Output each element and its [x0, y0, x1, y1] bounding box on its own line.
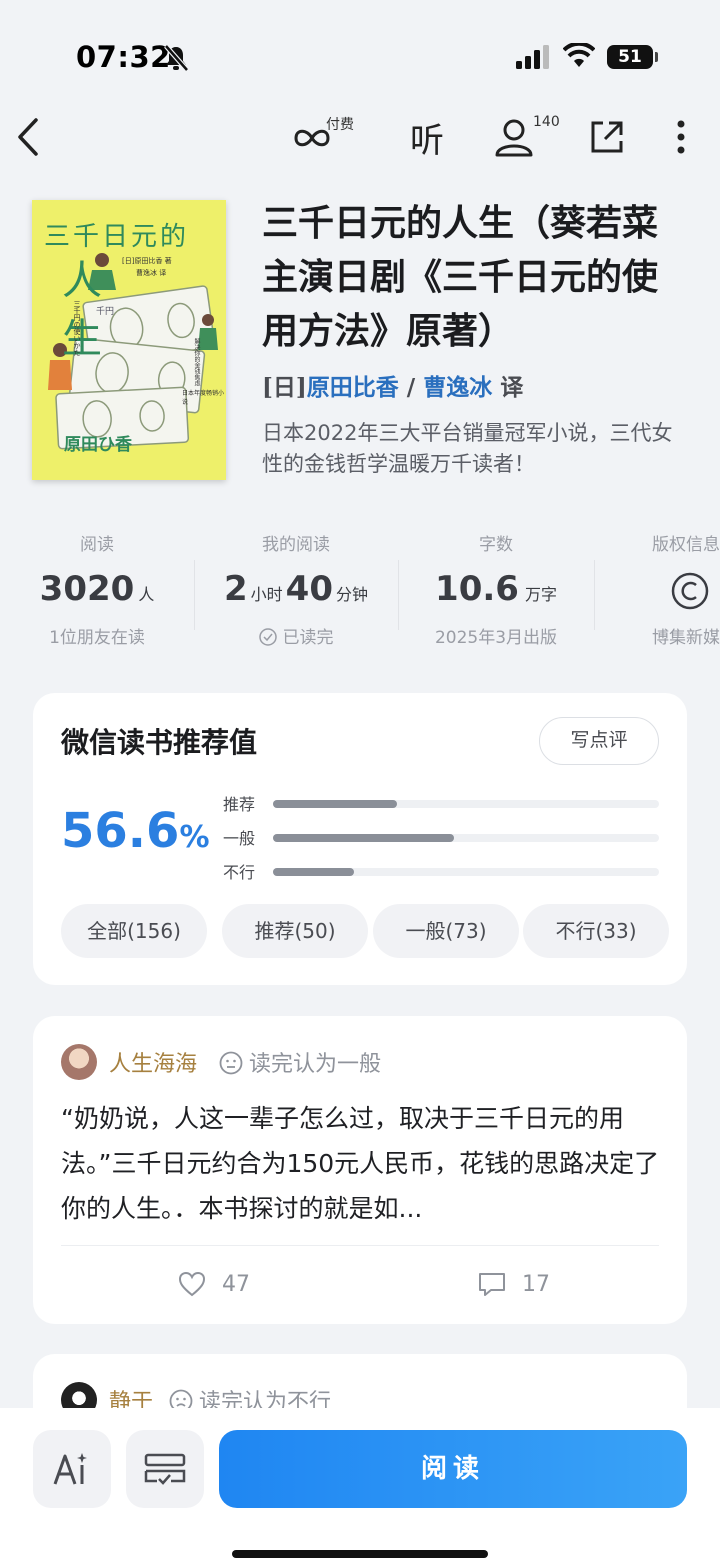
- divider: [594, 560, 595, 630]
- more-vertical-icon: [677, 120, 685, 154]
- cover-translator-cn: 曹逸冰 译: [136, 269, 167, 277]
- bookshelf-icon: [144, 1453, 186, 1485]
- check-circle-icon: [258, 628, 277, 646]
- cellular-signal-icon: [516, 45, 550, 73]
- copyright-icon: [670, 569, 720, 615]
- like-count: 47: [222, 1271, 250, 1297]
- filter-bad[interactable]: 不行(33): [523, 904, 669, 958]
- stat-word-count[interactable]: 字数 10.6 万字 2025年3月出版: [396, 530, 596, 648]
- ai-button[interactable]: [33, 1430, 111, 1508]
- stat-label: 字数: [479, 535, 513, 555]
- author-prefix: [日]: [262, 374, 307, 401]
- stat-value: 3020 人: [39, 569, 155, 609]
- recommend-percent: 56.6%: [61, 803, 210, 859]
- stat-copyright[interactable]: 版权信息 博集新媒: [620, 530, 720, 648]
- cover-subtitle-jp: 三千円の使いかた: [73, 300, 81, 356]
- divider: [194, 560, 195, 630]
- stat-sub: 1位朋友在读: [49, 628, 145, 648]
- review-verdict: 读完认为一般: [219, 1046, 381, 1078]
- book-cover[interactable]: 三千日元的 人生 [日]原田比香 著 曹逸冰 译 三千円の使いかた 千円 日本年…: [32, 200, 226, 480]
- more-button[interactable]: [666, 100, 696, 174]
- recommend-card: 微信读书推荐值 写点评 56.6% 推荐 一般 不行 全部(156) 推荐(50…: [33, 693, 687, 985]
- translator-link[interactable]: 曹逸冰: [423, 374, 492, 401]
- ai-sparkle-icon: [53, 1453, 87, 1485]
- book-description: 日本2022年三大平台销量冠军小说，三代女性的金钱哲学温暖万千读者！: [262, 421, 673, 476]
- bottom-bar: 阅读: [0, 1408, 720, 1565]
- author-link[interactable]: 原田比香: [307, 374, 399, 401]
- battery-tip: [655, 52, 658, 62]
- comment-button[interactable]: 17: [478, 1271, 550, 1297]
- chevron-left-icon: [18, 118, 38, 156]
- avatar[interactable]: [61, 1044, 97, 1080]
- divider: [61, 1245, 659, 1246]
- paid-label: 付费: [326, 117, 354, 133]
- person-icon: [495, 119, 533, 157]
- recommend-title: 微信读书推荐值: [61, 726, 258, 759]
- review-card[interactable]: 人生海海 读完认为一般 “奶奶说，人这一辈子怎么过，取决于三千日元的用法。”三千…: [33, 1016, 687, 1324]
- filter-all[interactable]: 全部(156): [61, 904, 207, 958]
- cover-author-jp: 原田ひ香: [64, 435, 132, 455]
- stat-readers[interactable]: 阅读 3020 人 1位朋友在读: [0, 530, 197, 648]
- share-icon: [591, 121, 623, 153]
- heart-icon: [178, 1271, 206, 1297]
- write-review-button[interactable]: 写点评: [539, 717, 659, 765]
- bell-muted-icon: [163, 44, 189, 76]
- stat-sub: 2025年3月出版: [434, 628, 558, 648]
- stat-my-reading[interactable]: 我的阅读 2 小时40 分钟 已读完: [196, 530, 396, 648]
- comment-count: 17: [522, 1271, 550, 1297]
- book-authors: [日]原田比香 / 曹逸冰 译: [262, 374, 524, 401]
- read-button[interactable]: 阅读: [219, 1430, 687, 1508]
- status-bar: 07:32 51: [0, 0, 720, 100]
- top-nav: 付费 听 140: [0, 100, 720, 174]
- stat-value: 10.6 万字: [435, 569, 557, 609]
- review-filters: 全部(156) 推荐(50) 一般(73) 不行(33): [61, 904, 669, 958]
- review-text: “奶奶说，人这一辈子怎么过，取决于三千日元的用法。”三千日元约合为150元人民币…: [61, 1104, 660, 1223]
- battery-icon: 51: [607, 45, 653, 69]
- bookshelf-button[interactable]: [126, 1430, 204, 1508]
- stats-row: 阅读 3020 人 1位朋友在读 我的阅读 2 小时40 分钟 已读完 字数 10.6…: [0, 530, 720, 660]
- cover-note: 日本年度畅销小说: [182, 390, 225, 406]
- stat-sub: 已读完: [196, 623, 396, 648]
- paid-button[interactable]: 付费: [290, 100, 360, 174]
- cover-note2: 解决你的金钱焦虑: [193, 338, 200, 386]
- status-time: 07:32: [76, 40, 171, 74]
- back-button[interactable]: [8, 100, 48, 174]
- comment-icon: [479, 1273, 505, 1296]
- friends-count: 140: [533, 114, 560, 130]
- like-button[interactable]: 47: [178, 1271, 250, 1297]
- stat-value: 2 小时40 分钟: [223, 569, 369, 609]
- bar-recommend: 推荐: [223, 791, 663, 815]
- neutral-face-icon: [219, 1051, 243, 1075]
- filter-recommend[interactable]: 推荐(50): [222, 904, 368, 958]
- translator-suffix: 译: [500, 374, 524, 401]
- listen-label: 听: [410, 120, 444, 161]
- friends-button[interactable]: 140: [490, 100, 560, 174]
- listen-button[interactable]: 听: [400, 100, 454, 174]
- bar-bad: 不行: [223, 859, 663, 883]
- share-button[interactable]: [585, 100, 629, 174]
- home-indicator: [232, 1550, 488, 1558]
- filter-average[interactable]: 一般(73): [373, 904, 519, 958]
- bar-average: 一般: [223, 825, 663, 849]
- stat-sub: 博集新媒: [652, 628, 720, 648]
- wifi-icon: [562, 41, 596, 73]
- stat-label: 版权信息: [652, 535, 720, 555]
- cover-bill-text: 千円: [96, 307, 115, 317]
- stat-label: 我的阅读: [262, 535, 330, 555]
- cover-author-cn: [日]原田比香 著: [122, 257, 172, 265]
- stat-label: 阅读: [80, 535, 114, 555]
- book-title: 三千日元的人生（葵若菜主演日剧《三千日元的使用方法》原著）: [262, 202, 659, 352]
- reviewer-name[interactable]: 人生海海: [109, 1046, 197, 1078]
